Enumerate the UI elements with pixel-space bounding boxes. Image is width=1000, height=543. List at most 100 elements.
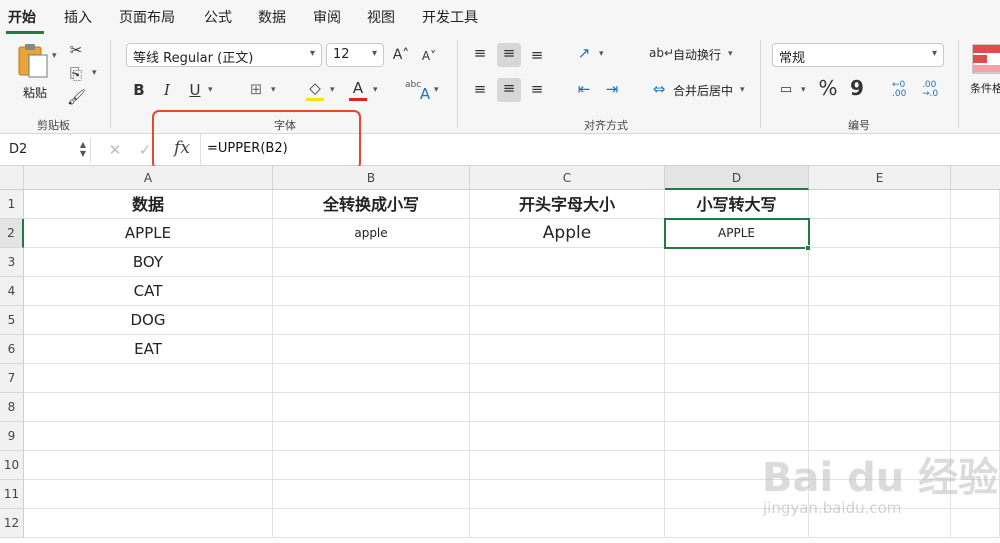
grid-cell[interactable] xyxy=(24,422,273,451)
tab-view[interactable]: 视图 xyxy=(367,7,395,27)
grid-cell[interactable] xyxy=(809,364,951,393)
increase-font-size-icon[interactable]: A˄ xyxy=(392,45,410,65)
grid-cell[interactable] xyxy=(809,248,951,277)
tab-home[interactable]: 开始 xyxy=(8,7,36,27)
grid-cell[interactable] xyxy=(470,393,665,422)
wrap-text-icon[interactable]: ab↵ xyxy=(649,43,674,63)
underline-button[interactable]: U xyxy=(186,80,204,100)
grid-cell[interactable] xyxy=(273,306,470,335)
grid-cell[interactable] xyxy=(951,277,1000,306)
cell-a5[interactable]: DOG xyxy=(24,306,273,335)
row-header[interactable]: 7 xyxy=(0,364,24,393)
currency-format-icon[interactable]: ▭ xyxy=(776,80,796,100)
conditional-format-button[interactable]: 条件格 xyxy=(970,80,1000,96)
align-left-icon[interactable]: ≡ xyxy=(470,79,490,99)
row-header[interactable]: 12 xyxy=(0,509,24,538)
name-box[interactable]: D2 ▲ ▼ xyxy=(3,138,91,162)
tab-data[interactable]: 数据 xyxy=(258,7,286,27)
bold-button[interactable]: B xyxy=(130,80,148,100)
decrease-indent-icon[interactable]: ⇤ xyxy=(574,79,594,99)
cell-b2[interactable]: apple xyxy=(273,219,470,248)
font-color-button[interactable]: A xyxy=(349,78,367,98)
merge-center-button[interactable]: 合并后居中 xyxy=(673,82,733,99)
grid-cell[interactable] xyxy=(951,393,1000,422)
decrease-decimal-button[interactable]: .00 →.0 xyxy=(922,81,946,99)
grid-cell[interactable] xyxy=(470,277,665,306)
tab-page-layout[interactable]: 页面布局 xyxy=(119,7,175,27)
row-header[interactable]: 2 xyxy=(0,219,24,248)
merge-center-icon[interactable]: ⇔ xyxy=(649,79,669,99)
grid-cell[interactable] xyxy=(951,248,1000,277)
underline-dropdown-icon[interactable]: ▾ xyxy=(208,85,213,95)
align-top-icon[interactable]: ≡ xyxy=(470,43,490,63)
grid-cell[interactable] xyxy=(24,393,273,422)
row-header[interactable]: 11 xyxy=(0,480,24,509)
paste-button[interactable]: 粘贴 xyxy=(14,40,56,102)
select-all-corner[interactable] xyxy=(0,166,24,190)
grid-cell[interactable] xyxy=(24,364,273,393)
grid-cell[interactable] xyxy=(809,306,951,335)
grid-cell[interactable] xyxy=(951,335,1000,364)
row-header[interactable]: 4 xyxy=(0,277,24,306)
wrap-text-button[interactable]: 自动换行 xyxy=(673,46,721,63)
cell-b1[interactable]: 全转换成小写 xyxy=(273,190,470,219)
grid-cell[interactable] xyxy=(665,248,809,277)
conditional-format-icon[interactable] xyxy=(972,44,1000,74)
grid-cell[interactable] xyxy=(665,364,809,393)
row-header[interactable]: 3 xyxy=(0,248,24,277)
orientation-dropdown-icon[interactable]: ▾ xyxy=(599,49,604,59)
row-header[interactable]: 10 xyxy=(0,451,24,480)
align-right-icon[interactable]: ≡ xyxy=(527,79,547,99)
orientation-icon[interactable]: ↗ xyxy=(574,43,594,63)
fill-color-dropdown-icon[interactable]: ▾ xyxy=(330,85,335,95)
grid-cell[interactable] xyxy=(24,451,273,480)
column-header-a[interactable]: A xyxy=(24,166,273,190)
column-header-e[interactable]: E xyxy=(809,166,951,190)
merge-center-dropdown-icon[interactable]: ▾ xyxy=(740,85,745,95)
grid-cell[interactable] xyxy=(951,190,1000,219)
percent-button[interactable]: % xyxy=(817,78,839,98)
row-header[interactable]: 9 xyxy=(0,422,24,451)
grid-cell[interactable] xyxy=(470,451,665,480)
grid-cell[interactable] xyxy=(273,480,470,509)
text-effects-dropdown-icon[interactable]: ▾ xyxy=(434,85,439,95)
align-middle-icon[interactable]: ≡ xyxy=(497,43,521,67)
grid-cell[interactable] xyxy=(665,306,809,335)
tab-review[interactable]: 审阅 xyxy=(313,7,341,27)
fill-handle[interactable] xyxy=(805,245,811,251)
cell-c2[interactable]: Apple xyxy=(470,219,665,248)
grid-cell[interactable] xyxy=(951,219,1000,248)
grid-cell[interactable] xyxy=(470,306,665,335)
wrap-text-dropdown-icon[interactable]: ▾ xyxy=(728,49,733,59)
comma-style-button[interactable]: 9 xyxy=(848,78,866,98)
grid-cell[interactable] xyxy=(24,480,273,509)
cell-a3[interactable]: BOY xyxy=(24,248,273,277)
grid-cell[interactable] xyxy=(273,422,470,451)
column-header-f[interactable] xyxy=(951,166,1000,190)
grid-cell[interactable] xyxy=(470,248,665,277)
grid-cell[interactable] xyxy=(273,393,470,422)
row-header[interactable]: 5 xyxy=(0,306,24,335)
row-header[interactable]: 8 xyxy=(0,393,24,422)
copy-icon[interactable]: ⎘ xyxy=(67,64,85,84)
italic-button[interactable]: I xyxy=(158,80,176,100)
grid-cell[interactable] xyxy=(665,335,809,364)
font-name-dropdown[interactable]: 等线 Regular (正文) ▾ xyxy=(126,43,322,67)
decrease-font-size-icon[interactable]: A˅ xyxy=(420,46,438,66)
grid-cell[interactable] xyxy=(665,393,809,422)
grid-cell[interactable] xyxy=(470,422,665,451)
column-header-c[interactable]: C xyxy=(470,166,665,190)
grid-cell[interactable] xyxy=(809,219,951,248)
column-header-b[interactable]: B xyxy=(273,166,470,190)
grid-cell[interactable] xyxy=(809,277,951,306)
grid-cell[interactable] xyxy=(470,364,665,393)
grid-cell[interactable] xyxy=(470,480,665,509)
currency-dropdown-icon[interactable]: ▾ xyxy=(801,85,806,95)
grid-cell[interactable] xyxy=(273,451,470,480)
borders-icon[interactable]: ⊞ xyxy=(246,79,266,99)
font-size-dropdown[interactable]: 12 ▾ xyxy=(326,43,384,67)
grid-cell[interactable] xyxy=(273,277,470,306)
grid-cell[interactable] xyxy=(951,364,1000,393)
fill-color-icon[interactable]: ◇ xyxy=(306,78,324,98)
paste-dropdown-icon[interactable]: ▾ xyxy=(52,51,57,61)
